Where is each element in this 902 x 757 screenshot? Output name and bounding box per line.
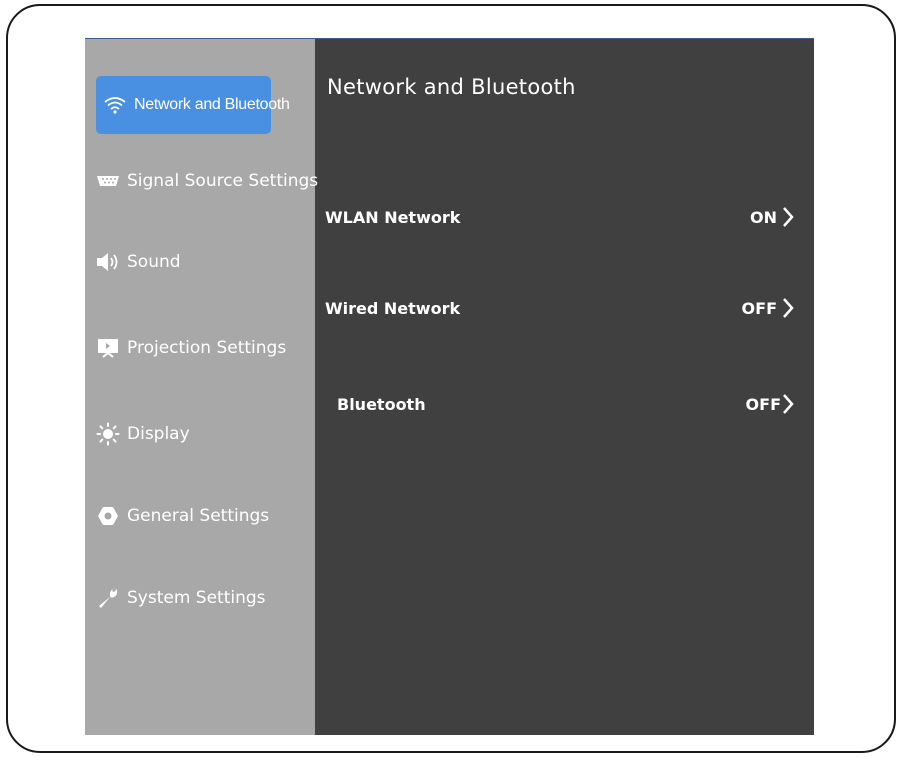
setting-value: ON bbox=[750, 205, 795, 229]
sidebar-item-sound[interactable]: Sound bbox=[95, 242, 181, 282]
device-frame: Network and Bluetooth Signal Source Sett… bbox=[6, 4, 896, 753]
setting-label: WLAN Network bbox=[325, 207, 461, 227]
chevron-right-icon bbox=[781, 205, 795, 229]
setting-label: Bluetooth bbox=[337, 394, 426, 414]
sidebar-item-label: Display bbox=[127, 424, 190, 444]
wifi-icon bbox=[102, 94, 128, 116]
setting-row-wlan-network[interactable]: WLAN Network ON bbox=[325, 200, 795, 234]
setting-status: OFF bbox=[741, 298, 777, 318]
settings-screen: Network and Bluetooth Signal Source Sett… bbox=[85, 38, 814, 735]
page-title: Network and Bluetooth bbox=[327, 75, 576, 99]
wrench-icon bbox=[95, 587, 121, 609]
sidebar-item-system-settings[interactable]: System Settings bbox=[95, 578, 266, 618]
chevron-right-icon bbox=[781, 296, 795, 320]
sidebar-item-projection-settings[interactable]: Projection Settings bbox=[95, 328, 286, 368]
chevron-right-icon bbox=[781, 392, 795, 416]
sidebar-item-display[interactable]: Display bbox=[95, 414, 190, 454]
setting-row-bluetooth[interactable]: Bluetooth OFF bbox=[337, 387, 795, 421]
sidebar-item-label: General Settings bbox=[127, 506, 270, 526]
setting-value: OFF bbox=[742, 296, 795, 320]
sidebar-item-label: Projection Settings bbox=[127, 338, 287, 358]
sidebar-item-network-and-bluetooth[interactable]: Network and Bluetooth bbox=[96, 76, 290, 134]
sidebar-item-signal-source-settings[interactable]: Signal Source Settings bbox=[95, 161, 318, 201]
setting-row-wired-network[interactable]: Wired Network OFF bbox=[325, 291, 795, 325]
setting-label: Wired Network bbox=[325, 298, 461, 318]
setting-status: OFF bbox=[745, 394, 781, 414]
sidebar-item-label: Network and Bluetooth bbox=[134, 96, 290, 113]
sidebar-item-label: Signal Source Settings bbox=[127, 171, 319, 191]
projection-icon bbox=[95, 337, 121, 359]
hexagon-gear-icon bbox=[95, 505, 121, 527]
sidebar-item-general-settings[interactable]: General Settings bbox=[95, 496, 269, 536]
brightness-icon bbox=[95, 422, 121, 446]
sidebar: Network and Bluetooth Signal Source Sett… bbox=[85, 39, 318, 735]
sidebar-item-label: Sound bbox=[127, 252, 181, 272]
input-source-icon bbox=[95, 170, 121, 192]
setting-status: ON bbox=[750, 207, 777, 227]
speaker-icon bbox=[95, 251, 121, 273]
sidebar-item-label: System Settings bbox=[127, 588, 266, 608]
setting-value: OFF bbox=[746, 392, 795, 416]
